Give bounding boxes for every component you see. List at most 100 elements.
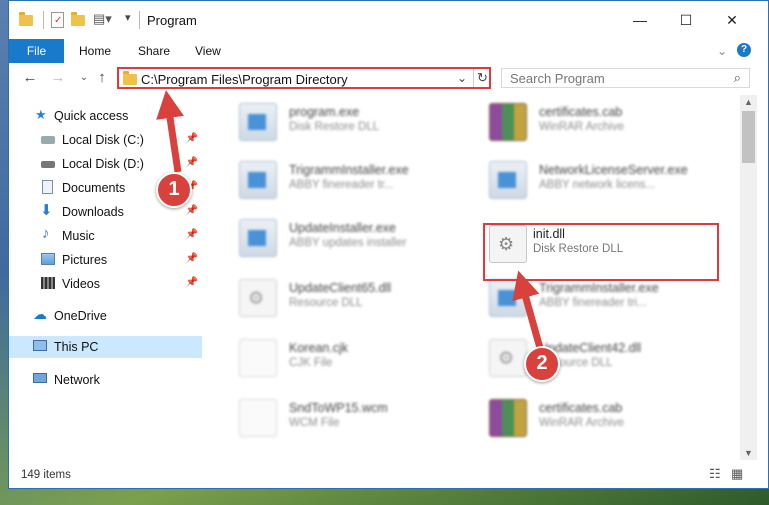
sidebar-item-label: Pictures [62, 253, 108, 267]
tab-home[interactable]: Home [79, 39, 111, 63]
file-description: WinRAR Archive [539, 121, 624, 133]
navigation-bar: ← → ⌄ ↑ C:\Program Files\Program Directo… [9, 63, 768, 95]
drive-icon [41, 136, 55, 144]
view-options-icon[interactable]: ▤▾ [93, 11, 112, 29]
address-bar[interactable]: C:\Program Files\Program Directory ⌄ ↻ [117, 67, 491, 89]
sidebar-item-label: Quick access [54, 109, 129, 123]
downloads-icon: ⬇ [40, 202, 53, 219]
file-description: WinRAR Archive [539, 417, 624, 429]
forward-button[interactable]: → [49, 69, 67, 87]
scroll-up-icon[interactable]: ▲ [744, 97, 753, 107]
back-button[interactable]: ← [21, 69, 39, 87]
folder-icon [123, 71, 137, 85]
file-icon [239, 399, 277, 437]
list-item[interactable]: UpdateClient65.dll Resource DLL [239, 275, 479, 321]
list-item[interactable]: NetworkLicenseServer.exe ABBY network li… [489, 157, 729, 203]
expand-ribbon-icon[interactable]: ⌄ [717, 39, 727, 63]
recent-locations-icon[interactable]: ⌄ [75, 69, 93, 87]
sidebar-item-music[interactable]: ♪ Music 📌 [9, 225, 202, 247]
title-bar: ✓ ▤▾ ▾ Program — ☐ ✕ [9, 1, 768, 39]
search-input[interactable]: Search Program ⌕ [501, 68, 750, 88]
exe-file-icon [489, 161, 527, 199]
sidebar-item-this-pc[interactable]: This PC [9, 336, 202, 358]
divider [473, 69, 474, 87]
tab-file[interactable]: File [9, 39, 64, 63]
step-1-badge: 1 [156, 172, 192, 208]
divider [43, 11, 44, 29]
sidebar-item-label: Downloads [62, 205, 124, 219]
file-name: TrigrammInstaller.exe [539, 281, 659, 295]
file-description: Resource DLL [289, 297, 363, 309]
pin-icon[interactable]: 📌 [186, 253, 198, 264]
sidebar-item-label: Network [54, 373, 100, 387]
pin-icon[interactable]: 📌 [186, 133, 198, 144]
pictures-icon [41, 253, 55, 265]
sidebar-item-label: Documents [62, 181, 126, 195]
cloud-icon: ☁ [33, 306, 47, 322]
file-name: NetworkLicenseServer.exe [539, 163, 688, 177]
file-name: UpdateInstaller.exe [289, 221, 397, 235]
file-description: WCM File [289, 417, 340, 429]
vertical-scrollbar[interactable]: ▲ ▼ [740, 95, 757, 460]
file-name: certificates.cab [539, 401, 623, 415]
file-description: ABBY finereader tri... [539, 297, 647, 309]
details-view-icon[interactable]: ☷ [709, 466, 721, 482]
documents-icon [42, 180, 53, 194]
sidebar-item-pictures[interactable]: Pictures 📌 [9, 249, 202, 271]
scroll-down-icon[interactable]: ▼ [744, 448, 753, 458]
search-placeholder: Search Program [510, 71, 605, 86]
sidebar-item-videos[interactable]: Videos 📌 [9, 273, 202, 295]
list-item[interactable]: TrigrammInstaller.exe ABBY finereader tr… [489, 275, 729, 321]
help-icon[interactable]: ? [737, 43, 751, 57]
address-dropdown-icon[interactable]: ⌄ [457, 71, 467, 85]
list-item[interactable]: UpdateInstaller.exe ABBY updates install… [239, 215, 479, 261]
list-item[interactable]: Korean.cjk CJK File [239, 335, 479, 381]
scrollbar-thumb[interactable] [742, 111, 755, 163]
file-name: UpdateClient65.dll [289, 281, 392, 295]
tab-share[interactable]: Share [138, 39, 170, 63]
network-icon [33, 373, 47, 383]
navigation-pane: ★ Quick access Local Disk (C:) 📌 Local D… [9, 95, 202, 460]
file-icon [239, 339, 277, 377]
sidebar-item-label: Videos [62, 277, 100, 291]
pin-icon[interactable]: 📌 [186, 205, 198, 216]
drive-icon [41, 161, 55, 168]
pin-icon[interactable]: 📌 [186, 277, 198, 288]
minimize-button[interactable]: — [617, 7, 663, 33]
list-item[interactable]: SndToWP15.wcm WCM File [239, 395, 479, 441]
list-item[interactable]: program.exe Disk Restore DLL [239, 99, 479, 145]
file-description: ABBY updates installer [289, 237, 407, 249]
list-item[interactable]: certificates.cab WinRAR Archive [489, 99, 729, 145]
large-icons-view-icon[interactable]: ▦ [731, 466, 743, 482]
search-icon[interactable]: ⌕ [734, 70, 741, 86]
item-count: 149 items [21, 469, 71, 481]
close-button[interactable]: ✕ [709, 7, 755, 33]
up-button[interactable]: ↑ [93, 69, 111, 87]
sidebar-item-local-disk-c[interactable]: Local Disk (C:) 📌 [9, 129, 202, 151]
archive-file-icon [489, 399, 527, 437]
file-name: TrigrammInstaller.exe [289, 163, 409, 177]
sidebar-item-quick-access[interactable]: ★ Quick access [9, 105, 202, 127]
sidebar-item-label: This PC [54, 340, 99, 354]
sidebar-item-label: OneDrive [54, 309, 107, 323]
pin-icon[interactable]: 📌 [186, 157, 198, 168]
init-dll-highlight [483, 223, 719, 281]
refresh-icon[interactable]: ↻ [477, 70, 488, 86]
exe-file-icon [239, 161, 277, 199]
sidebar-item-network[interactable]: Network [9, 369, 202, 391]
customize-qa-icon[interactable]: ▾ [125, 11, 131, 29]
sidebar-item-onedrive[interactable]: ☁ OneDrive [9, 305, 202, 327]
maximize-button[interactable]: ☐ [663, 7, 709, 33]
archive-file-icon [489, 103, 527, 141]
pin-icon[interactable]: 📌 [186, 229, 198, 240]
sidebar-item-label: Music [62, 229, 95, 243]
tab-view[interactable]: View [195, 39, 221, 63]
sidebar-item-label: Local Disk (D:) [62, 157, 144, 171]
file-description: ABBY network licens... [539, 179, 656, 191]
videos-icon [41, 277, 55, 289]
exe-file-icon [239, 219, 277, 257]
list-item[interactable]: TrigrammInstaller.exe ABBY finereader tr… [239, 157, 479, 203]
file-description: Disk Restore DLL [289, 121, 380, 133]
address-path: C:\Program Files\Program Directory [141, 72, 348, 87]
list-item[interactable]: certificates.cab WinRAR Archive [489, 395, 729, 441]
